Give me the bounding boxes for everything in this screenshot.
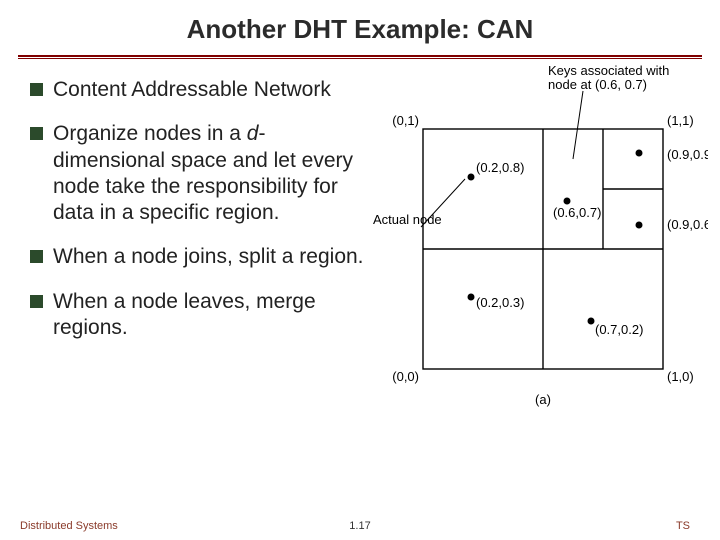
sub-label: (a)	[535, 392, 551, 407]
bullet-marker-icon	[30, 83, 43, 96]
bullet-marker-icon	[30, 295, 43, 308]
bullet-marker-icon	[30, 127, 43, 140]
bullet-marker-icon	[30, 250, 43, 263]
bullet-item: Organize nodes in a d-dimensional space …	[30, 121, 370, 226]
node-label: (0.9,0.6)	[667, 217, 708, 232]
bullet-item: When a node joins, split a region.	[30, 244, 370, 270]
bullet-text: When a node joins, split a region.	[53, 244, 364, 270]
bullet-item: Content Addressable Network	[30, 77, 370, 103]
content-area: Content Addressable Network Organize nod…	[0, 59, 720, 499]
node-label: (0.7,0.2)	[595, 322, 643, 337]
bullet-text: Organize nodes in a d-dimensional space …	[53, 121, 370, 226]
footer-left: Distributed Systems	[20, 520, 118, 532]
node-label: (0.9,0.9)	[667, 147, 708, 162]
node-label: (0.6,0.7)	[553, 205, 601, 220]
node-label: (0.2,0.8)	[476, 160, 524, 175]
can-diagram: (0.2,0.8) (0.6,0.7) (0.9,0.9) (0.9,0.6) …	[373, 59, 708, 459]
corner-label: (0,0)	[392, 369, 419, 384]
corner-label: (1,0)	[667, 369, 694, 384]
footer: Distributed Systems 1.17 TS	[0, 520, 720, 532]
footer-right: TS	[676, 520, 690, 532]
slide-title: Another DHT Example: CAN	[0, 0, 720, 55]
corner-label: (1,1)	[667, 113, 694, 128]
annotation-keys: Keys associated with node at (0.6, 0.7)	[548, 63, 673, 92]
corner-label: (0,1)	[392, 113, 419, 128]
annotation-actual: Actual node	[373, 212, 442, 227]
bullet-item: When a node leaves, merge regions.	[30, 289, 370, 342]
bullet-list: Content Addressable Network Organize nod…	[0, 77, 370, 341]
node-label: (0.2,0.3)	[476, 295, 524, 310]
bullet-text: Content Addressable Network	[53, 77, 331, 103]
footer-center: 1.17	[349, 520, 370, 532]
bullet-text: When a node leaves, merge regions.	[53, 289, 370, 342]
